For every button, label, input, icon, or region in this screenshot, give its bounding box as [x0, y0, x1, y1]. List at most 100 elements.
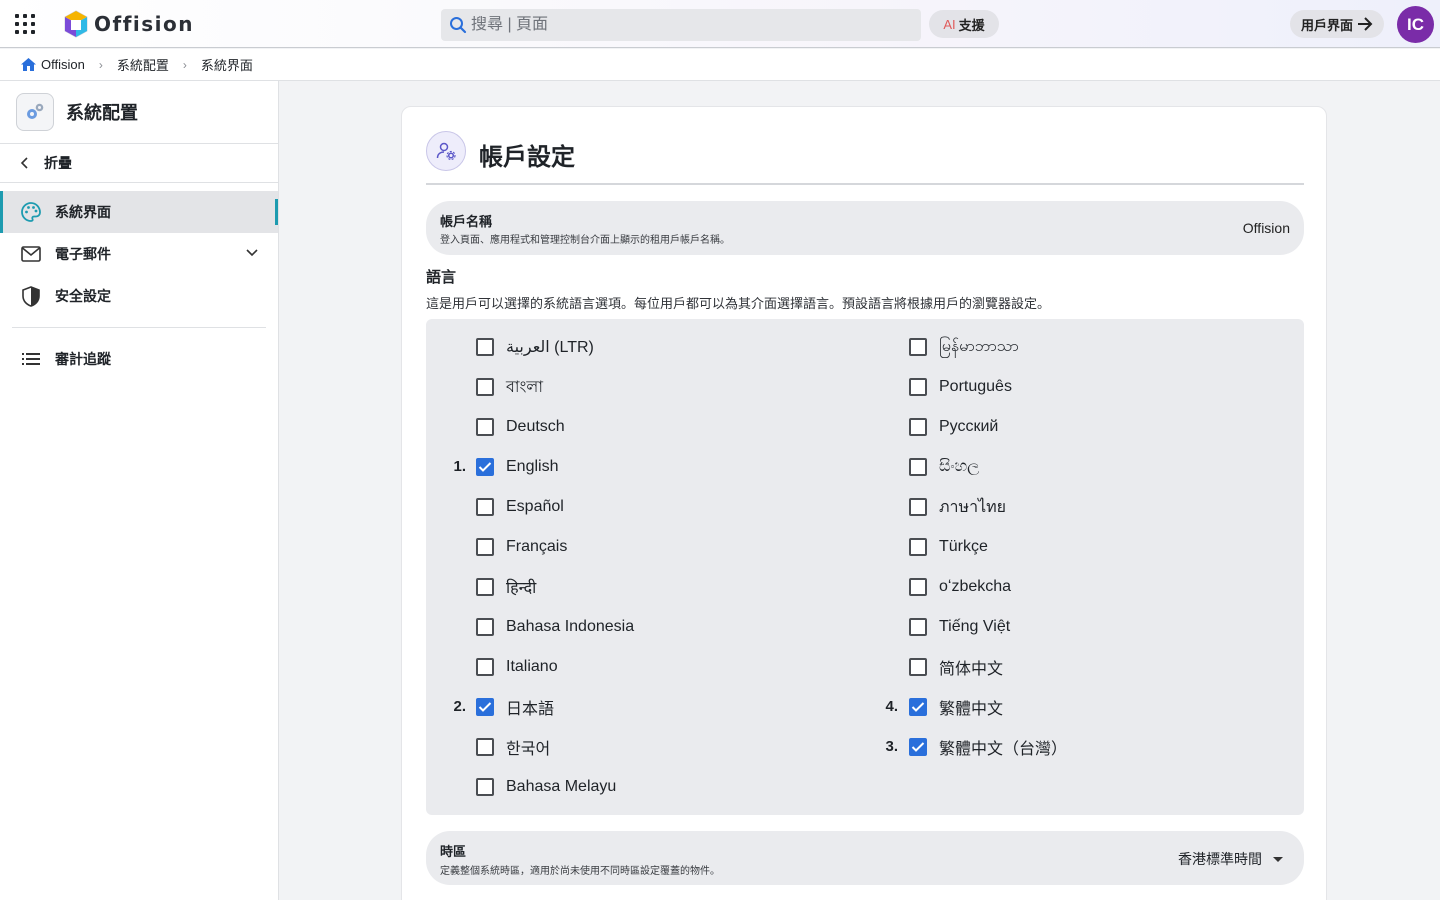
user-interface-button[interactable]: 用戶界面	[1290, 10, 1384, 38]
logo-text: Offision	[94, 12, 194, 36]
apps-grid-icon[interactable]	[14, 13, 36, 35]
breadcrumb-item-label: 系統配置	[116, 58, 169, 73]
checkbox[interactable]	[476, 418, 494, 436]
collapse-label: 折疊	[44, 155, 72, 171]
breadcrumb-item-label: Offision	[41, 57, 85, 72]
language-label: 繁體中文	[939, 701, 1004, 718]
checkbox[interactable]	[909, 618, 927, 636]
timezone-row[interactable]: 時區 定義整個系統時區，適用於尚未使用不同時區設定覆蓋的物件。 香港標準時間	[426, 831, 1304, 885]
app-logo[interactable]: Offision	[64, 9, 194, 39]
language-option[interactable]: Bahasa Melayu	[476, 767, 616, 807]
language-label: Deutsch	[506, 418, 565, 435]
sidebar-item-audit-trail[interactable]: 審計追蹤	[0, 338, 278, 380]
checkbox[interactable]	[909, 418, 927, 436]
language-label: Türkçe	[939, 538, 988, 555]
account-name-row[interactable]: 帳戶名稱 登入頁面、應用程式和管理控制台介面上顯示的租用戶帳戶名稱。 Offis…	[426, 201, 1304, 255]
search-input[interactable]	[471, 16, 911, 34]
checkbox[interactable]	[909, 578, 927, 596]
palette-icon	[20, 201, 42, 223]
checkbox-checked[interactable]	[909, 698, 927, 716]
language-title: 語言	[426, 269, 457, 286]
language-options: العربية (LTR) বাংলা Deutsch 1. English Españo…	[426, 319, 1304, 815]
checkbox[interactable]	[476, 378, 494, 396]
language-option[interactable]: 简体中文	[909, 647, 1003, 687]
sidebar-item-security[interactable]: 安全設定	[0, 275, 278, 317]
checkbox[interactable]	[476, 618, 494, 636]
checkbox[interactable]	[476, 778, 494, 796]
language-label: Português	[939, 378, 1012, 395]
language-option[interactable]: 繁體中文	[909, 687, 1003, 727]
language-option[interactable]: မြန်မာဘာသာ	[909, 327, 1019, 367]
language-option[interactable]: oʻzbekcha	[909, 567, 1011, 607]
search-icon	[450, 17, 467, 34]
search-bar[interactable]	[441, 9, 921, 41]
language-label: Tiếng Việt	[939, 618, 1011, 635]
checkbox[interactable]	[476, 578, 494, 596]
checkbox-checked[interactable]	[909, 738, 927, 756]
language-label: ภาษาไทย	[939, 498, 1007, 516]
checkbox[interactable]	[909, 538, 927, 556]
checkbox[interactable]	[909, 498, 927, 516]
language-option[interactable]: 한국어	[476, 727, 550, 767]
chevron-down-icon[interactable]	[246, 246, 258, 258]
checkbox[interactable]	[909, 378, 927, 396]
checkbox-checked[interactable]	[476, 458, 494, 476]
language-option[interactable]: Italiano	[476, 647, 558, 687]
account-name-value[interactable]: Offision	[1243, 220, 1290, 236]
language-label: বাংলা	[506, 378, 543, 396]
checkbox[interactable]	[909, 458, 927, 476]
language-option[interactable]: ภาษาไทย	[909, 487, 1006, 527]
arrow-right-icon	[1358, 17, 1373, 31]
timezone-select[interactable]: 香港標準時間	[1178, 849, 1286, 869]
avatar[interactable]: IC	[1397, 6, 1434, 43]
sidebar-item-email[interactable]: 電子郵件	[0, 233, 278, 275]
language-option[interactable]: Français	[476, 527, 567, 567]
home-icon	[21, 58, 36, 71]
language-label: Italiano	[506, 658, 558, 675]
language-option[interactable]: සිංහල	[909, 447, 979, 487]
breadcrumb-item-system-config[interactable]: 系統配置	[117, 55, 169, 74]
language-option[interactable]: हिन्दी	[476, 567, 536, 607]
user-settings-icon	[426, 131, 466, 171]
checkbox[interactable]	[476, 498, 494, 516]
timezone-value: 香港標準時間	[1178, 851, 1262, 867]
language-option[interactable]: Türkçe	[909, 527, 988, 567]
language-option[interactable]: Русский	[909, 407, 998, 447]
collapse-button[interactable]: 折疊	[0, 144, 278, 183]
language-option[interactable]: Português	[909, 367, 1012, 407]
account-settings-card: 帳戶設定 帳戶名稱 登入頁面、應用程式和管理控制台介面上顯示的租用戶帳戶名稱。 …	[401, 106, 1327, 900]
language-option[interactable]: 繁體中文（台灣）	[909, 727, 1067, 767]
card-header: 帳戶設定	[426, 131, 1304, 185]
breadcrumb-home[interactable]: Offision	[20, 57, 85, 72]
checkbox[interactable]	[476, 658, 494, 676]
language-description: 這是用戶可以選擇的系統語言選項。每位用戶都可以為其介面選擇語言。預設語言將根據用…	[426, 296, 1051, 311]
checkbox[interactable]	[476, 338, 494, 356]
ai-support-button[interactable]: AI 支援	[929, 10, 999, 38]
language-option[interactable]: English	[476, 447, 558, 487]
checkbox-checked[interactable]	[476, 698, 494, 716]
sidebar-item-system-ui[interactable]: 系統界面	[0, 191, 278, 233]
language-option[interactable]: Deutsch	[476, 407, 565, 447]
ai-label: AI	[943, 16, 956, 32]
checkbox[interactable]	[476, 738, 494, 756]
gears-icon	[16, 93, 54, 131]
language-option[interactable]: Tiếng Việt	[909, 607, 1010, 647]
language-option[interactable]: Bahasa Indonesia	[476, 607, 634, 647]
language-option[interactable]: বাংলা	[476, 367, 543, 407]
account-name-label: 帳戶名稱	[440, 214, 493, 229]
sidebar-header: 系統配置	[0, 81, 278, 144]
checkbox[interactable]	[909, 658, 927, 676]
language-label: မြန်မာဘာသာ	[939, 338, 1019, 355]
sidebar: 系統配置 折疊 系統界面 電子郵件 安全設定 審計追蹤	[0, 81, 279, 900]
language-label: हिन्दी	[506, 580, 537, 597]
checkbox[interactable]	[476, 538, 494, 556]
language-label: Русский	[939, 418, 999, 435]
sidebar-item-label: 電子郵件	[55, 246, 111, 262]
language-option[interactable]: 日本語	[476, 687, 554, 727]
language-option[interactable]: العربية (LTR)	[476, 327, 594, 367]
language-option[interactable]: Español	[476, 487, 564, 527]
language-label: 简体中文	[939, 661, 1004, 678]
sidebar-title: 系統配置	[66, 103, 138, 123]
checkbox[interactable]	[909, 338, 927, 356]
language-label: العربية (LTR)	[506, 339, 594, 356]
